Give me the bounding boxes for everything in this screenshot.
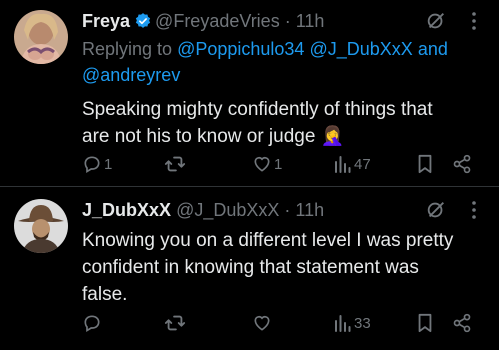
- tweet-text-line: confident in knowing that statement was: [82, 257, 419, 278]
- grok-icon[interactable]: [425, 199, 447, 221]
- divider: [0, 186, 499, 187]
- mention-link[interactable]: @andreyrev: [82, 65, 180, 85]
- reply-button[interactable]: 1: [82, 152, 112, 176]
- share-button[interactable]: [452, 311, 472, 335]
- user-handle[interactable]: @J_DubXxX: [176, 200, 279, 220]
- views-chart-icon: [335, 156, 351, 173]
- repost-icon: [164, 315, 186, 331]
- separator-dot: ·: [284, 200, 291, 220]
- views-button[interactable]: 47: [334, 152, 371, 176]
- share-button[interactable]: [452, 152, 472, 176]
- bookmark-button[interactable]: [416, 311, 434, 335]
- like-button[interactable]: [252, 311, 274, 335]
- more-options-icon[interactable]: [471, 200, 477, 220]
- header-icons: [425, 10, 477, 32]
- views-button[interactable]: 33: [334, 311, 371, 335]
- heart-icon: [254, 156, 270, 172]
- replying-and[interactable]: and: [418, 39, 448, 59]
- mention-link[interactable]: @J_DubXxX: [309, 39, 412, 59]
- replying-to: Replying to @Poppichulo34 @J_DubXxX and …: [82, 36, 482, 88]
- like-button[interactable]: 1: [252, 152, 282, 176]
- tweet-text-line: false.: [82, 284, 128, 305]
- replying-to-prefix: Replying to: [82, 39, 173, 59]
- share-icon: [453, 154, 471, 174]
- action-bar: 33: [82, 311, 489, 335]
- timestamp[interactable]: 11h: [295, 200, 324, 220]
- repost-button[interactable]: [164, 311, 188, 335]
- views-chart-icon: [335, 315, 351, 332]
- grok-icon[interactable]: [425, 10, 447, 32]
- separator-dot: ·: [284, 11, 291, 31]
- reply-icon: [84, 315, 100, 332]
- tweet-header: J_DubXxX @J_DubXxX · 11h: [82, 197, 482, 223]
- reply-button[interactable]: [82, 311, 104, 335]
- mention-link[interactable]: @Poppichulo34: [177, 39, 304, 59]
- tweet-header: Freya @FreyadeVries · 11h: [82, 8, 482, 34]
- display-name[interactable]: J_DubXxX: [82, 200, 171, 220]
- bookmark-icon: [418, 313, 432, 333]
- view-count: 33: [354, 314, 371, 332]
- tweet-text-line: Knowing you on a different level I was p…: [82, 230, 454, 251]
- like-count: 1: [274, 155, 283, 173]
- reply-count: 1: [104, 155, 113, 173]
- repost-button[interactable]: [164, 152, 188, 176]
- share-icon: [453, 313, 471, 333]
- user-handle[interactable]: @FreyadeVries: [155, 11, 280, 31]
- avatar[interactable]: [14, 10, 68, 64]
- avatar[interactable]: [14, 199, 68, 253]
- action-bar: 1 1 47: [82, 152, 489, 176]
- tweet-text-line: are not his to know or judge 🤦‍♀️: [82, 126, 345, 147]
- verified-badge-icon: [135, 13, 151, 28]
- tweet-text-line: Speaking mighty confidently of things th…: [82, 99, 433, 120]
- tweet-text: Knowing you on a different level I was p…: [82, 227, 482, 308]
- header-icons: [425, 199, 477, 221]
- heart-icon: [254, 315, 270, 331]
- timestamp[interactable]: 11h: [296, 11, 325, 31]
- tweet-text: Speaking mighty confidently of things th…: [82, 96, 482, 150]
- more-options-icon[interactable]: [471, 11, 477, 31]
- bookmark-button[interactable]: [416, 152, 434, 176]
- repost-icon: [164, 156, 186, 172]
- view-count: 47: [354, 155, 371, 173]
- reply-icon: [84, 156, 100, 173]
- display-name[interactable]: Freya: [82, 11, 130, 31]
- bookmark-icon: [418, 154, 432, 174]
